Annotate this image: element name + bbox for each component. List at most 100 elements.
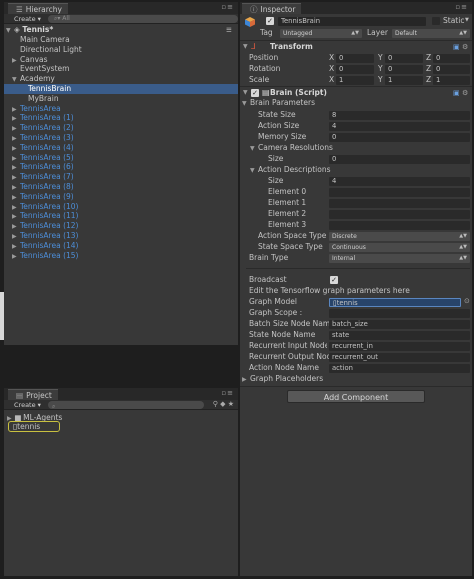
action-element-field[interactable]: [329, 210, 470, 219]
layer-dropdown[interactable]: Default ▲▼: [392, 29, 470, 38]
collapse-triangle-icon[interactable]: ▼: [250, 144, 258, 154]
recurrent-input-field[interactable]: recurrent_in: [329, 342, 470, 351]
panel-menu-icon[interactable]: ▫≡: [221, 389, 234, 397]
hierarchy-item-label: Canvas: [20, 54, 48, 64]
axis-y-label: Y: [378, 64, 383, 73]
transform-z-field[interactable]: 0: [433, 65, 470, 74]
transform-y-field[interactable]: 0: [385, 54, 423, 63]
state-size-field[interactable]: 8: [329, 111, 470, 120]
collapse-triangle-icon[interactable]: ▼: [242, 99, 250, 109]
filter-icons[interactable]: ⚲ ◆ ★: [213, 400, 234, 408]
project-create-button[interactable]: Create ▾: [11, 401, 44, 409]
hierarchy-item[interactable]: ▶ TennisArea (12): [12, 221, 212, 231]
memory-size-field[interactable]: 0: [329, 133, 470, 142]
project-item-tennis[interactable]: ▯tennis: [8, 421, 60, 432]
hierarchy-item[interactable]: Main Camera: [12, 35, 212, 45]
hierarchy-item[interactable]: ▶ TennisArea (3): [12, 133, 212, 143]
collapse-triangle-icon[interactable]: ▼: [243, 89, 251, 96]
hierarchy-item[interactable]: ▶ TennisArea (7): [12, 172, 212, 182]
transform-y-field[interactable]: 0: [385, 65, 423, 74]
script-checkbox[interactable]: ✓: [251, 89, 259, 97]
object-picker-icon[interactable]: ⊙: [464, 297, 470, 305]
action-desc-size-field[interactable]: 4: [329, 177, 470, 186]
action-element-field[interactable]: [329, 188, 470, 197]
memory-size-label: Memory Size: [258, 132, 307, 141]
object-name-field[interactable]: TennisBrain: [278, 17, 426, 26]
hierarchy-create-button[interactable]: Create ▾: [11, 15, 44, 23]
hierarchy-item[interactable]: ▶ TennisArea (11): [12, 211, 212, 221]
action-space-dropdown[interactable]: Discrete ▲▼: [329, 232, 470, 241]
action-node-field[interactable]: action: [329, 364, 470, 373]
hierarchy-item[interactable]: ▶ TennisArea (6): [12, 162, 212, 172]
transform-x-field[interactable]: 1: [336, 76, 374, 85]
tag-label: Tag: [260, 28, 273, 37]
graph-placeholders-foldout[interactable]: ▶ Graph Placeholders: [242, 374, 323, 384]
help-icon[interactable]: ▣: [453, 89, 460, 97]
state-node-field[interactable]: state: [329, 331, 470, 340]
state-space-dropdown[interactable]: Continuous ▲▼: [329, 243, 470, 252]
add-component-button[interactable]: Add Component: [287, 390, 425, 403]
graph-model-field[interactable]: ▯tennis: [329, 298, 461, 307]
project-tab[interactable]: ▤ Project: [8, 389, 58, 400]
hierarchy-item[interactable]: ▶ TennisArea (14): [12, 241, 212, 251]
axis-x-label: X: [329, 64, 335, 73]
inspector-tab[interactable]: ⓘ Inspector: [242, 3, 302, 14]
brain-params-foldout[interactable]: ▼ Brain Parameters: [242, 98, 315, 108]
action-size-field[interactable]: 4: [329, 122, 470, 131]
hierarchy-item[interactable]: ▶ TennisArea (15): [12, 251, 212, 261]
static-dropdown-icon[interactable]: ▼: [465, 17, 469, 23]
transform-z-field[interactable]: 0: [433, 54, 470, 63]
hierarchy-item-label: Main Camera: [20, 35, 70, 44]
hierarchy-item[interactable]: TennisBrain: [4, 84, 238, 94]
transform-y-field[interactable]: 1: [385, 76, 423, 85]
scene-menu-icon[interactable]: ≡: [226, 25, 232, 35]
expand-triangle-icon[interactable]: ▶: [242, 375, 250, 385]
active-checkbox[interactable]: ✓: [266, 17, 274, 25]
brain-type-dropdown[interactable]: Internal ▲▼: [329, 254, 470, 263]
edit-graph-hint: Edit the Tensorflow graph parameters her…: [249, 286, 410, 295]
action-element-field[interactable]: [329, 221, 470, 230]
recurrent-output-field[interactable]: recurrent_out: [329, 353, 470, 362]
static-checkbox[interactable]: [432, 17, 440, 25]
graph-scope-field[interactable]: [329, 309, 470, 318]
hierarchy-item[interactable]: ▶ TennisArea (4): [12, 143, 212, 153]
batch-size-field[interactable]: batch_size: [329, 320, 470, 329]
panel-menu-icon[interactable]: ▫≡: [455, 3, 468, 11]
transform-x-field[interactable]: 0: [336, 54, 374, 63]
help-icon[interactable]: ▣: [453, 43, 460, 51]
hierarchy-tab[interactable]: ☰ Hierarchy: [8, 3, 68, 14]
camera-size-field[interactable]: 0: [329, 155, 470, 164]
hierarchy-item[interactable]: EventSystem: [12, 64, 212, 74]
hierarchy-item[interactable]: ▶ TennisArea: [12, 104, 212, 114]
hierarchy-item[interactable]: ▶ TennisArea (5): [12, 153, 212, 163]
scene-root[interactable]: ▼ ◈ Tennis* ≡: [6, 25, 236, 35]
expand-triangle-icon[interactable]: ▶: [12, 252, 20, 262]
tag-dropdown[interactable]: Untagged ▲▼: [280, 29, 362, 38]
panel-menu-icon[interactable]: ▫≡: [221, 3, 234, 11]
broadcast-checkbox[interactable]: ✓: [330, 276, 338, 284]
hierarchy-item[interactable]: ▶ Canvas: [12, 55, 212, 65]
gear-icon[interactable]: ⚙: [462, 43, 468, 51]
transform-header[interactable]: ▼ ⅃ Transform ▣ ⚙: [240, 42, 472, 53]
hierarchy-item[interactable]: ▼ Academy: [12, 74, 212, 84]
collapse-triangle-icon[interactable]: ▼: [250, 166, 258, 176]
hierarchy-item[interactable]: ▶ TennisArea (13): [12, 231, 212, 241]
camera-resolutions-foldout[interactable]: ▼ Camera Resolutions: [250, 143, 333, 153]
transform-x-field[interactable]: 0: [336, 65, 374, 74]
collapse-triangle-icon[interactable]: ▼: [243, 43, 251, 50]
hierarchy-item[interactable]: ▶ TennisArea (1): [12, 113, 212, 123]
hierarchy-item[interactable]: ▶ TennisArea (2): [12, 123, 212, 133]
hierarchy-item[interactable]: ▶ TennisArea (9): [12, 192, 212, 202]
action-descriptions-foldout[interactable]: ▼ Action Descriptions: [250, 165, 331, 175]
action-element-field[interactable]: [329, 199, 470, 208]
hierarchy-item[interactable]: ▶ TennisArea (8): [12, 182, 212, 192]
hierarchy-item[interactable]: ▶ TennisArea (10): [12, 202, 212, 212]
hierarchy-item[interactable]: Directional Light: [12, 45, 212, 55]
hierarchy-search-input[interactable]: ⌕▾ All: [48, 15, 238, 23]
hierarchy-item[interactable]: MyBrain: [20, 94, 220, 104]
gear-icon[interactable]: ⚙: [462, 89, 468, 97]
axis-y-label: Y: [378, 53, 383, 62]
transform-z-field[interactable]: 1: [433, 76, 470, 85]
project-search-input[interactable]: ⌕: [48, 401, 204, 410]
transform-row-label: Position: [249, 53, 279, 62]
